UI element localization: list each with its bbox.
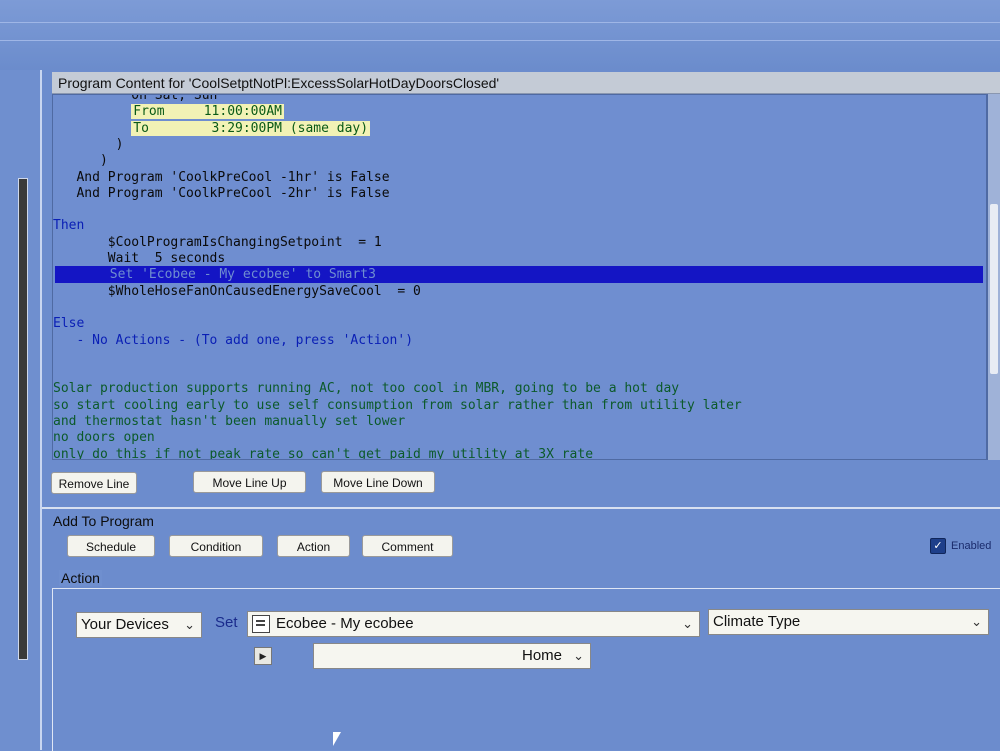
device-scope-select[interactable]: Your Devices ⌄ [76,612,202,638]
code-line[interactable]: To 3:29:00PM (same day) [53,120,371,137]
property-select[interactable]: Climate Type ⌄ [708,609,989,635]
add-to-program-title: Add To Program [53,513,154,529]
device-select[interactable]: Ecobee - My ecobee ⌄ [247,611,700,637]
property-value: Climate Type [713,613,801,630]
code-line[interactable]: And Program 'CoolkPreCool -1hr' is False [53,169,389,186]
value-select[interactable]: Home ⌄ [313,643,591,669]
window-top-band [0,0,1000,72]
comment-button[interactable]: Comment [362,535,453,557]
code-line[interactable]: - No Actions - (To add one, press 'Actio… [53,332,413,349]
action-section-title: Action [59,570,102,586]
device-value: Ecobee - My ecobee [276,615,414,632]
device-scope-value: Your Devices [81,616,169,633]
enabled-toggle[interactable]: ✓ Enabled [930,537,991,555]
code-line[interactable]: ) [53,136,124,153]
code-line[interactable]: From 11:00:00AM [53,103,284,120]
code-line[interactable]: Then [53,217,84,234]
code-line[interactable]: only do this if not peak rate so can't g… [53,446,593,459]
code-line[interactable]: so start cooling early to use self consu… [53,397,742,414]
code-line[interactable]: $WholeHoseFanOnCausedEnergySaveCool = 0 [53,283,421,300]
remove-line-button[interactable]: Remove Line [51,472,137,494]
expand-arrow-icon[interactable]: ▶ [254,647,272,665]
condition-button[interactable]: Condition [169,535,263,557]
program-code-editor[interactable]: On Sat, Sun From 11:00:00AM To 3:29:00PM… [52,94,987,460]
section-divider [42,507,1000,509]
action-button[interactable]: Action [277,535,350,557]
schedule-button[interactable]: Schedule [67,535,155,557]
code-scrollbar-thumb[interactable] [990,204,998,374]
code-line[interactable]: $CoolProgramIsChangingSetpoint = 1 [53,234,382,251]
left-scrollbar[interactable] [18,178,28,660]
value-text: Home [522,647,563,664]
checkmark-icon: ✓ [933,540,943,552]
code-line[interactable]: and thermostat hasn't been manually set … [53,413,405,430]
left-rail [0,70,42,750]
move-line-down-button[interactable]: Move Line Down [321,471,435,493]
top-divider-line [0,22,1000,23]
code-line[interactable]: Set 'Ecobee - My ecobee' to Smart3 [55,266,983,284]
chevron-down-icon: ⌄ [682,616,693,631]
code-line[interactable]: ) [53,152,108,169]
code-line[interactable]: Solar production supports running AC, no… [53,380,679,397]
thermostat-device-icon [252,615,270,634]
set-label: Set [215,614,238,631]
chevron-down-icon: ⌄ [573,648,584,663]
code-line[interactable]: Else [53,315,84,332]
move-line-up-button[interactable]: Move Line Up [193,471,306,493]
enabled-label: Enabled [951,540,992,552]
chevron-down-icon: ⌄ [971,614,982,629]
schedule-time-text: To 3:29:00PM (same day) [131,120,371,136]
code-line[interactable]: And Program 'CoolkPreCool -2hr' is False [53,185,389,202]
mouse-cursor-icon [333,732,341,746]
enabled-checkbox[interactable]: ✓ [930,538,946,554]
code-line[interactable]: no doors open [53,429,155,446]
code-scrollbar[interactable] [987,94,1000,460]
chevron-down-icon: ⌄ [184,617,195,632]
program-content-title: Program Content for 'CoolSetptNotPl:Exce… [52,72,1000,94]
code-line[interactable]: Wait 5 seconds [53,250,225,267]
top-divider-line [0,40,1000,41]
schedule-time-text: From 11:00:00AM [131,104,284,120]
